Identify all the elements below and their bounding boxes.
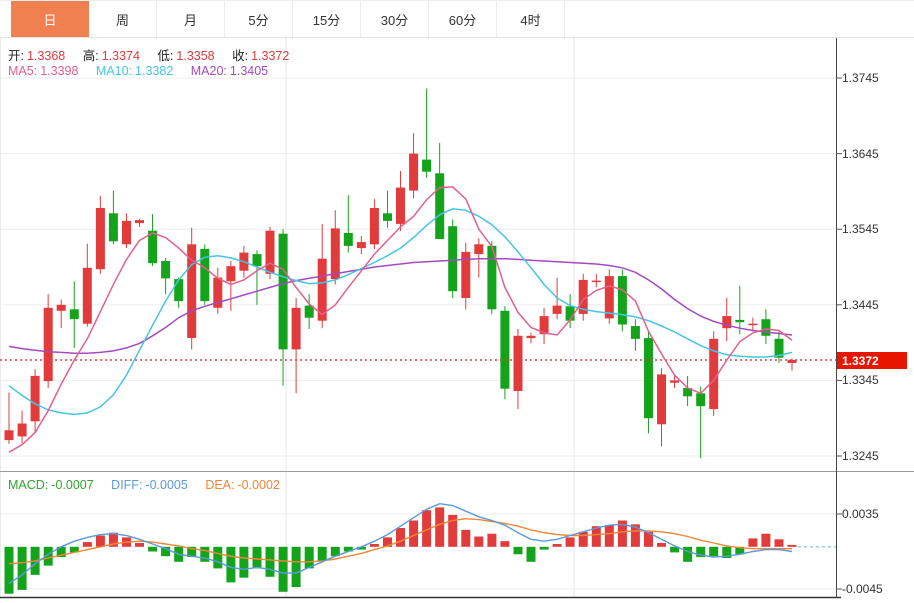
close-value: 1.3372: [251, 49, 289, 63]
current-price-badge: 1.3372: [837, 352, 907, 369]
low-value: 1.3358: [176, 49, 214, 63]
price-tick-label: 1.3445: [842, 298, 879, 312]
macd-label: MACD:: [8, 478, 48, 492]
tab-5min[interactable]: 5分: [225, 1, 293, 37]
close-label: 收:: [232, 49, 248, 63]
high-value: 1.3374: [102, 49, 140, 63]
tab-60min[interactable]: 60分: [429, 1, 497, 37]
ma10-label: MA10:: [96, 64, 132, 78]
open-value: 1.3368: [27, 49, 65, 63]
macd-tick-label: -0.0045: [842, 582, 883, 596]
current-price-badge-value: 1.3372: [842, 354, 879, 368]
price-axis-labels: 1.3745 1.3645 1.3545 1.3445 1.3345 1.324…: [842, 71, 879, 463]
tab-daily[interactable]: 日: [11, 1, 89, 37]
macd-axis-labels: 0.0035 -0.0045: [842, 507, 883, 596]
macd-value: -0.0007: [51, 478, 93, 492]
dea-value: -0.0002: [238, 478, 280, 492]
diff-label: DIFF:: [111, 478, 142, 492]
tab-monthly[interactable]: 月: [157, 1, 225, 37]
high-label: 高:: [83, 49, 99, 63]
candles: [5, 89, 797, 459]
price-tick-label: 1.3545: [842, 222, 879, 236]
ma5-value: 1.3398: [40, 64, 78, 78]
ma20-label: MA20:: [191, 64, 227, 78]
ma10-value: 1.3382: [135, 64, 173, 78]
ma-row: MA5:1.3398 MA10:1.3382 MA20:1.3405: [8, 64, 271, 78]
diff-value: -0.0005: [145, 478, 187, 492]
tab-15min[interactable]: 15分: [293, 1, 361, 37]
price-tick-label: 1.3245: [842, 449, 879, 463]
candlestick-chart[interactable]: 1.3745 1.3645 1.3545 1.3445 1.3345 1.324…: [0, 38, 914, 471]
macd-row: MACD:-0.0007 DIFF:-0.0005 DEA: -0.0002: [8, 478, 283, 492]
price-tick-label: 1.3745: [842, 71, 879, 85]
period-tabbar: 日 周 月 5分 15分 30分 60分 4时: [0, 1, 914, 38]
dea-label: DEA:: [205, 478, 234, 492]
price-tick-label: 1.3645: [842, 147, 879, 161]
ohlc-row: 开:1.3368 高:1.3374 低:1.3358 收:1.3372: [8, 45, 292, 64]
tab-4hour[interactable]: 4时: [497, 1, 565, 37]
open-label: 开:: [8, 49, 24, 63]
ma5-label: MA5:: [8, 64, 37, 78]
tab-weekly[interactable]: 周: [89, 1, 157, 37]
macd-tick-label: 0.0035: [842, 507, 879, 521]
price-tick-label: 1.3345: [842, 373, 879, 387]
low-label: 低:: [157, 49, 173, 63]
tab-30min[interactable]: 30分: [361, 1, 429, 37]
macd-histogram: [5, 507, 797, 593]
kline-chart-app: 日 周 月 5分 15分 30分 60分 4时 开:1.3368 高:1.337…: [0, 0, 914, 603]
ma20-value: 1.3405: [230, 64, 268, 78]
